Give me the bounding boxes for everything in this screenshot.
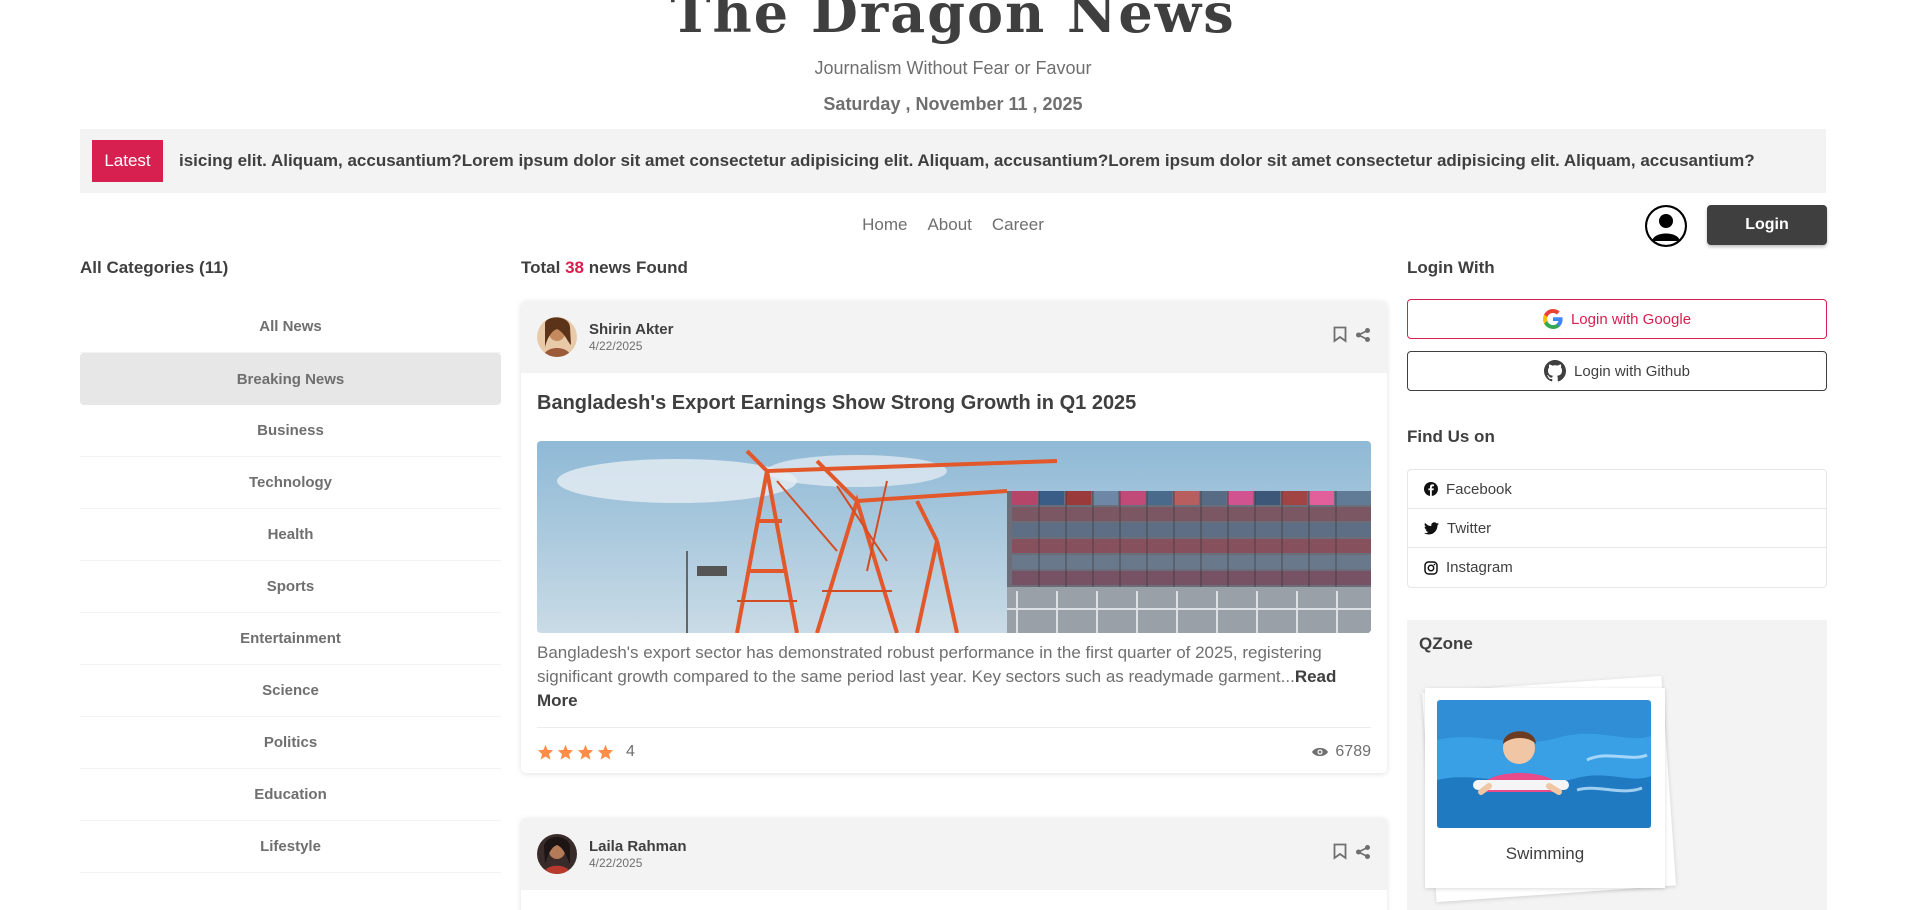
qzone-caption: Swimming	[1505, 844, 1585, 863]
author-avatar	[537, 317, 577, 357]
category-science[interactable]: Science	[80, 665, 501, 717]
eye-icon	[1312, 747, 1329, 756]
total-count: 38	[565, 258, 585, 277]
news-image[interactable]	[537, 441, 1371, 633]
twitter-icon	[1424, 521, 1439, 534]
news-feed: Total 38 news Found Shirin Akter 4/22/20…	[521, 258, 1387, 910]
qzone-card[interactable]: Swimming	[1425, 688, 1665, 888]
news-title[interactable]: Bangladesh's Export Earnings Show Strong…	[521, 373, 1387, 417]
category-education[interactable]: Education	[80, 769, 501, 821]
categories-heading: All Categories (11)	[80, 258, 229, 277]
author-avatar	[537, 834, 577, 874]
current-date: Saturday , November 11 , 2025	[823, 94, 1083, 114]
nav-home[interactable]: Home	[862, 215, 907, 235]
category-business[interactable]: Business	[80, 405, 501, 457]
site-tagline: Journalism Without Fear or Favour	[814, 58, 1092, 78]
ticker-text[interactable]: isicing elit. Aliquam, accusantium?Lorem…	[179, 151, 1799, 171]
author-name[interactable]: Laila Rahman	[589, 838, 687, 855]
category-breaking-news[interactable]: Breaking News	[80, 353, 501, 405]
facebook-icon	[1424, 482, 1438, 496]
star-icon	[537, 744, 554, 760]
card-header: Laila Rahman 4/22/2025	[521, 818, 1387, 890]
bookmark-icon[interactable]	[1333, 326, 1347, 348]
category-politics[interactable]: Politics	[80, 717, 501, 769]
social-instagram[interactable]: Instagram	[1408, 548, 1826, 587]
category-all-news[interactable]: All News	[80, 301, 501, 353]
right-sidebar: Login With Login with Google Login with …	[1407, 258, 1827, 910]
find-us-heading: Find Us on	[1407, 427, 1495, 446]
news-card: Laila Rahman 4/22/2025	[521, 818, 1387, 910]
qzone-panel: QZone Swimming	[1407, 620, 1827, 910]
publish-date: 4/22/2025	[589, 856, 643, 870]
login-with-heading: Login With	[1407, 258, 1495, 277]
news-count-line: Total 38 news Found	[521, 258, 1387, 278]
login-github-button[interactable]: Login with Github	[1407, 351, 1827, 391]
star-icon	[557, 744, 574, 760]
instagram-icon	[1424, 560, 1438, 575]
total-prefix: Total	[521, 258, 561, 277]
total-suffix: news Found	[588, 258, 688, 277]
login-button[interactable]: Login	[1707, 205, 1827, 245]
news-card: Shirin Akter 4/22/2025 Bangladesh's Expo…	[521, 301, 1387, 773]
news-excerpt: Bangladesh's export sector has demonstra…	[521, 633, 1387, 713]
login-google-button[interactable]: Login with Google	[1407, 299, 1827, 339]
site-title: The Dragon News	[670, 0, 1236, 45]
facebook-label: Facebook	[1446, 480, 1512, 498]
social-links: Facebook Twitter Instagram	[1407, 469, 1827, 588]
category-lifestyle[interactable]: Lifestyle	[80, 821, 501, 873]
card-header: Shirin Akter 4/22/2025	[521, 301, 1387, 373]
excerpt-text: Bangladesh's export sector has demonstra…	[537, 643, 1322, 686]
social-twitter[interactable]: Twitter	[1408, 509, 1826, 548]
google-icon	[1542, 309, 1563, 329]
twitter-label: Twitter	[1447, 519, 1492, 537]
bookmark-icon[interactable]	[1333, 843, 1347, 865]
rating-stars	[537, 744, 614, 760]
author-name[interactable]: Shirin Akter	[589, 321, 673, 338]
categories-sidebar: All Categories (11) All News Breaking Ne…	[80, 258, 501, 873]
user-avatar-icon[interactable]	[1645, 205, 1687, 247]
star-icon	[577, 744, 594, 760]
share-icon[interactable]	[1355, 327, 1371, 348]
latest-button[interactable]: Latest	[92, 140, 163, 182]
latest-news-ticker: Latest isicing elit. Aliquam, accusantiu…	[80, 129, 1826, 193]
qzone-image	[1437, 700, 1651, 828]
category-health[interactable]: Health	[80, 509, 501, 561]
qzone-heading: QZone	[1419, 634, 1473, 653]
views-value: 6789	[1335, 742, 1371, 760]
share-icon[interactable]	[1355, 844, 1371, 865]
view-count: 6789	[1311, 743, 1371, 761]
instagram-label: Instagram	[1446, 559, 1513, 576]
google-label: Login with Google	[1570, 310, 1692, 328]
nav-about[interactable]: About	[927, 215, 971, 235]
category-entertainment[interactable]: Entertainment	[80, 613, 501, 665]
main-nav: Home About Career	[0, 215, 1906, 235]
star-icon	[597, 744, 614, 760]
social-facebook[interactable]: Facebook	[1408, 470, 1826, 509]
category-sports[interactable]: Sports	[80, 561, 501, 613]
category-technology[interactable]: Technology	[80, 457, 501, 509]
github-label: Login with Github	[1574, 362, 1690, 380]
github-icon	[1544, 360, 1567, 382]
nav-career[interactable]: Career	[992, 215, 1044, 235]
card-footer: 4 6789	[537, 727, 1371, 773]
rating-value: 4	[626, 742, 635, 760]
publish-date: 4/22/2025	[589, 339, 643, 353]
